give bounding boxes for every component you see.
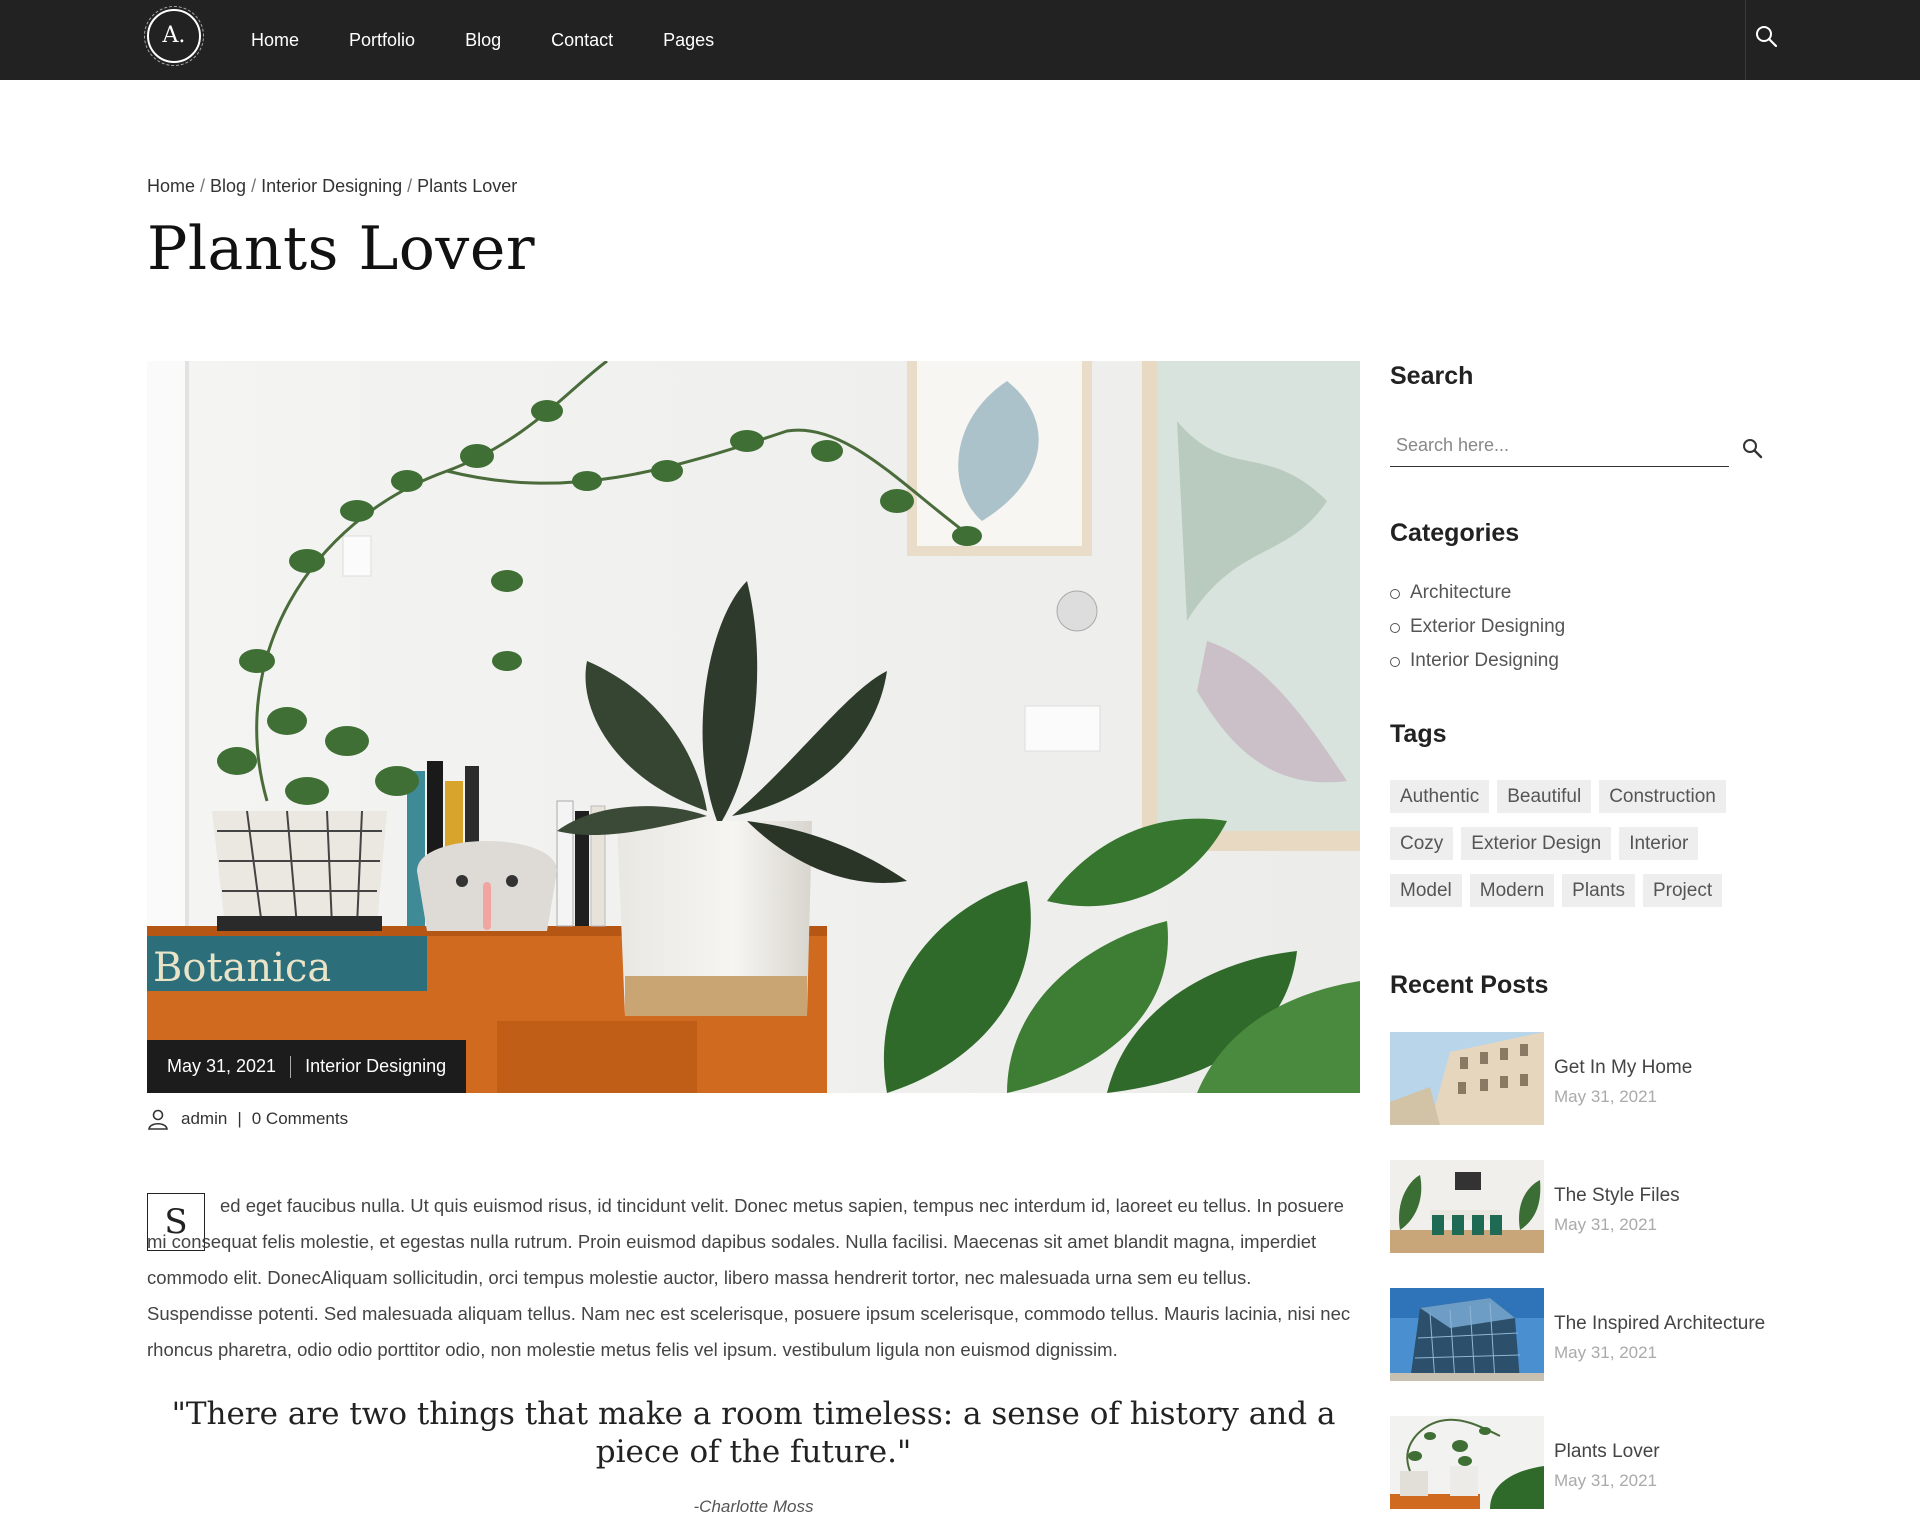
post-author-row: admin | 0 Comments	[147, 1108, 348, 1130]
nav-contact[interactable]: Contact	[551, 30, 613, 51]
featured-image: Botanica	[147, 361, 1360, 1093]
search-icon[interactable]	[1752, 22, 1782, 52]
tags-heading: Tags	[1390, 720, 1447, 748]
category-architecture[interactable]: Architecture	[1390, 576, 1565, 610]
tag-beautiful[interactable]: Beautiful	[1497, 780, 1592, 813]
tags-cloud: Authentic Beautiful Construction Cozy Ex…	[1390, 780, 1750, 921]
recent-post-item[interactable]: Plants Lover May 31, 2021	[1390, 1416, 1790, 1509]
recent-post-date: May 31, 2021	[1554, 1215, 1658, 1234]
tag-project[interactable]: Project	[1642, 874, 1723, 907]
breadcrumb: Home / Blog / Interior Designing / Plants Love…	[147, 176, 517, 197]
tag-plants[interactable]: Plants	[1562, 874, 1635, 907]
circle-bullet-icon	[1390, 623, 1400, 633]
recent-post-item[interactable]: The Style Files May 31, 2021	[1390, 1160, 1790, 1253]
hero-book-text: Botanica	[153, 945, 331, 991]
categories-heading: Categories	[1390, 519, 1520, 547]
post-meta-badge: May 31, 2021 Interior Designing	[147, 1040, 467, 1093]
nav-blog[interactable]: Blog	[465, 30, 501, 51]
blockquote-author: -Charlotte Moss	[693, 1497, 814, 1516]
post-body: ed eget faucibus nulla. Ut quis euismod …	[147, 1195, 1351, 1360]
top-navbar: A. Home Portfolio Blog Contact Pages	[0, 0, 1920, 80]
search-heading: Search	[1390, 362, 1474, 390]
tag-cozy[interactable]: Cozy	[1390, 827, 1454, 860]
meta-divider	[290, 1055, 292, 1078]
recent-post-date: May 31, 2021	[1554, 1087, 1658, 1106]
main-nav: Home Portfolio Blog Contact Pages	[251, 0, 764, 80]
post-date: May 31, 2021	[167, 1056, 277, 1076]
breadcrumb-interior-designing[interactable]: Interior Designing	[261, 176, 402, 196]
nav-pages[interactable]: Pages	[663, 30, 714, 51]
recent-post-item[interactable]: The Inspired Architecture May 31, 2021	[1390, 1288, 1790, 1381]
category-interior-designing[interactable]: Interior Designing	[1390, 644, 1565, 678]
circle-bullet-icon	[1390, 657, 1400, 667]
nav-home[interactable]: Home	[251, 30, 299, 51]
search-icon[interactable]	[1740, 436, 1764, 460]
category-label: Interior Designing	[1410, 650, 1559, 671]
post-category-link[interactable]: Interior Designing	[305, 1056, 446, 1077]
breadcrumb-separator: /	[200, 176, 206, 196]
nav-portfolio[interactable]: Portfolio	[349, 30, 415, 51]
categories-list: Architecture Exterior Designing Interior…	[1390, 576, 1565, 678]
recent-post-title[interactable]: Plants Lover	[1554, 1441, 1660, 1463]
breadcrumb-home[interactable]: Home	[147, 176, 195, 196]
recent-post-thumbnail[interactable]	[1390, 1032, 1544, 1125]
category-exterior-designing[interactable]: Exterior Designing	[1390, 610, 1565, 644]
site-logo[interactable]: A.	[144, 6, 204, 66]
recent-post-thumbnail[interactable]	[1390, 1160, 1544, 1253]
recent-post-date: May 31, 2021	[1554, 1343, 1658, 1362]
tag-exterior-design[interactable]: Exterior Design	[1461, 827, 1612, 860]
breadcrumb-separator: /	[251, 176, 257, 196]
recent-post-thumbnail[interactable]	[1390, 1416, 1544, 1509]
tag-modern[interactable]: Modern	[1469, 874, 1555, 907]
tag-model[interactable]: Model	[1390, 874, 1462, 907]
recent-post-item[interactable]: Get In My Home May 31, 2021	[1390, 1032, 1790, 1125]
tag-interior[interactable]: Interior	[1619, 827, 1699, 860]
recent-post-title[interactable]: The Inspired Architecture	[1554, 1313, 1765, 1335]
blockquote: "There are two things that make a room t…	[171, 1396, 1336, 1470]
recent-post-title[interactable]: The Style Files	[1554, 1185, 1680, 1207]
page-title: Plants Lover	[147, 214, 536, 284]
breadcrumb-blog[interactable]: Blog	[210, 176, 246, 196]
sidebar-search-input[interactable]	[1390, 425, 1729, 467]
circle-bullet-icon	[1390, 589, 1400, 599]
post-author[interactable]: admin	[181, 1109, 227, 1129]
breadcrumb-current: Plants Lover	[417, 176, 518, 196]
breadcrumb-separator: /	[407, 176, 413, 196]
tag-authentic[interactable]: Authentic	[1390, 780, 1490, 813]
category-label: Architecture	[1410, 582, 1512, 603]
nav-divider	[1745, 0, 1746, 80]
meta-divider: |	[237, 1109, 242, 1128]
tag-construction[interactable]: Construction	[1599, 780, 1726, 813]
category-label: Exterior Designing	[1410, 616, 1566, 637]
recent-post-thumbnail[interactable]	[1390, 1288, 1544, 1381]
recent-post-title[interactable]: Get In My Home	[1554, 1057, 1692, 1079]
post-comments-link[interactable]: 0 Comments	[252, 1109, 348, 1129]
user-icon	[147, 1108, 169, 1130]
recent-posts-heading: Recent Posts	[1390, 971, 1549, 999]
recent-post-date: May 31, 2021	[1554, 1471, 1658, 1490]
